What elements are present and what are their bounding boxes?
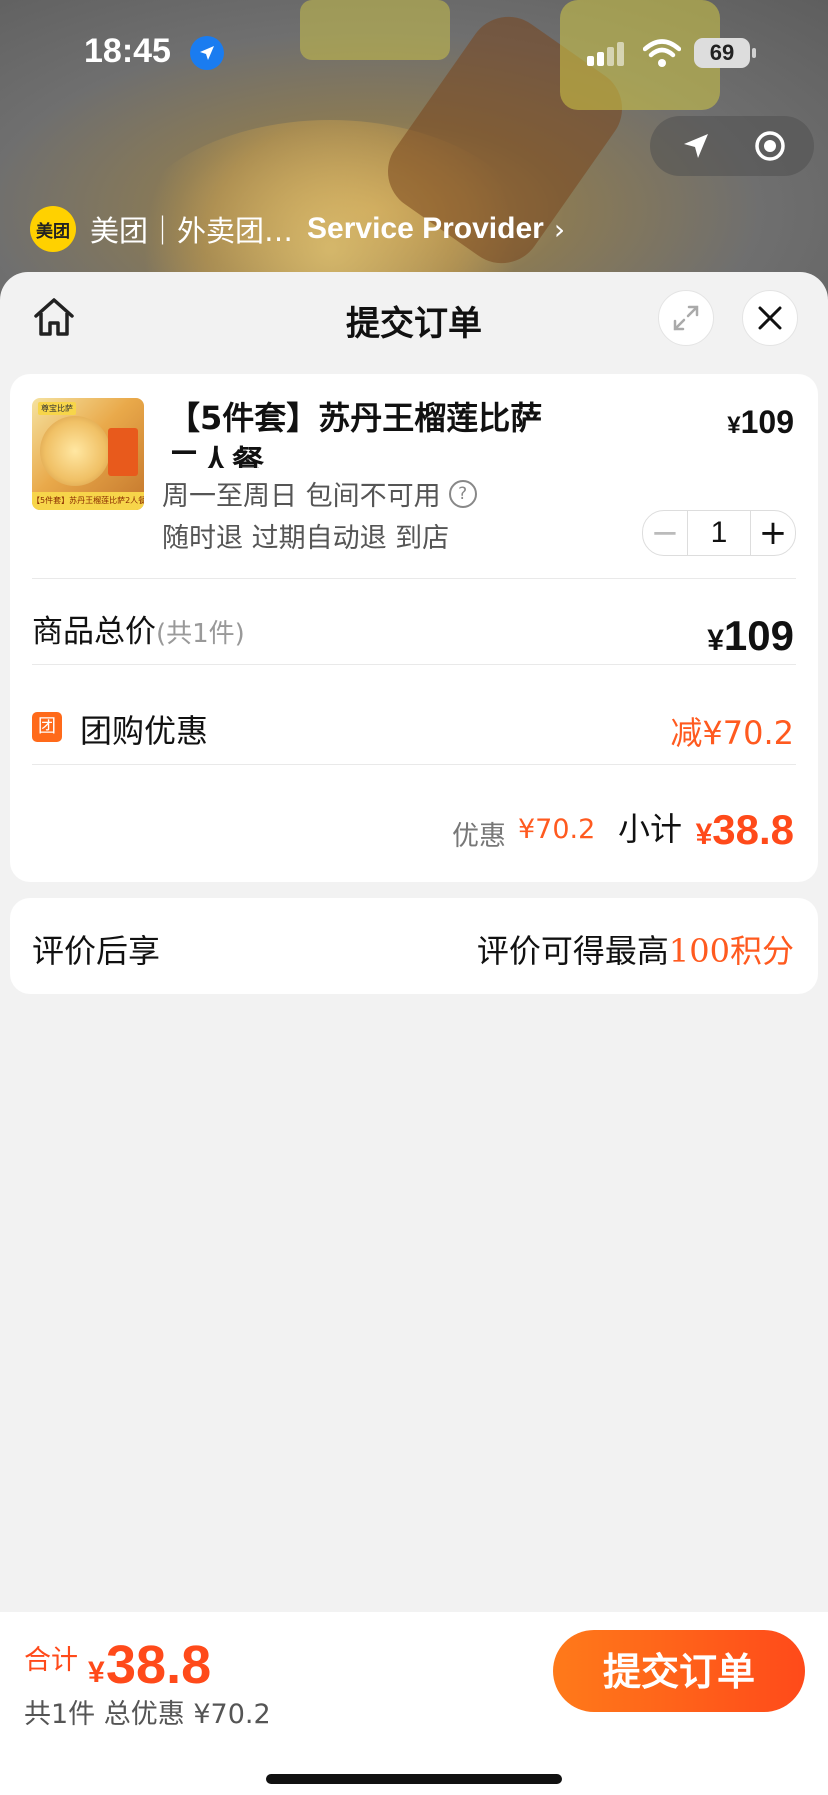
goods-count: (共1件) (156, 619, 245, 649)
decrease-button[interactable]: − (643, 511, 687, 555)
bottom-bar: 合计 ¥ 38.8 共1件 总优惠 ¥70.2 提交订单 (0, 1612, 828, 1795)
divider (32, 764, 796, 765)
thumbnail-banner: 【5件套】苏丹王榴莲比萨2人餐 (32, 492, 144, 510)
service-provider-label: Service Provider (307, 212, 544, 245)
product-thumbnail[interactable]: 尊宝比萨 【5件套】苏丹王榴莲比萨2人餐 (32, 398, 144, 510)
meituan-logo: 美团 (30, 206, 76, 252)
usage-rule: 周一至周日 包间不可用 ? (162, 474, 477, 513)
subtotal-label: 小计 (618, 810, 683, 848)
group-buy-discount-value: 减¥70.2 (670, 714, 794, 752)
thumbnail-tag: 尊宝比萨 (38, 402, 76, 415)
goods-total-value: ¥109 (707, 612, 794, 659)
location-arrow-icon (190, 36, 224, 70)
provider-name: 美团｜外卖团… (90, 214, 294, 248)
order-card: 尊宝比萨 【5件套】苏丹王榴莲比萨2人餐 【5件套】苏丹王榴莲比萨二人餐 ¥10… (10, 374, 818, 882)
product-price: ¥109 (727, 404, 794, 440)
total-value: 38.8 (106, 1635, 212, 1695)
product-name: 【5件套】苏丹王榴莲比萨二人餐 (168, 399, 543, 468)
close-icon[interactable] (742, 290, 798, 346)
home-indicator (266, 1774, 562, 1784)
battery-icon: 69 (694, 38, 750, 68)
divider (32, 578, 796, 579)
navigation-arrow-icon[interactable] (680, 130, 712, 166)
service-provider-row[interactable]: 美团 美团｜外卖团… Service Provider › (30, 206, 565, 252)
miniprogram-capsule (650, 116, 814, 176)
battery-cap (752, 48, 756, 58)
sheet-header: 提交订单 (0, 272, 828, 372)
review-reward-label: 评价后享 (32, 932, 161, 970)
question-icon[interactable]: ? (448, 479, 477, 508)
total-summary: 共1件 总优惠 ¥70.2 (24, 1699, 271, 1730)
increase-button[interactable]: + (751, 511, 795, 555)
order-sheet: 提交订单 尊宝比萨 【5件套】苏丹王榴莲比萨2人餐 【5件套】苏丹王榴莲比萨二人… (0, 272, 828, 1795)
total-label: 合计 (24, 1645, 78, 1676)
divider (32, 664, 796, 665)
chevron-right-icon: › (553, 212, 566, 246)
status-bar: 18:45 69 (0, 32, 828, 82)
wifi-icon (642, 38, 682, 72)
quantity-value[interactable]: 1 (687, 511, 751, 555)
goods-total-label: 商品总价(共1件) (32, 614, 245, 650)
total-currency: ¥ (88, 1656, 105, 1689)
review-reward-card[interactable]: 评价后享 评价可得最高100积分 (10, 898, 818, 994)
refund-rule: 随时退 过期自动退 到店 (162, 523, 450, 554)
record-circle-icon[interactable] (754, 130, 786, 166)
submit-order-button[interactable]: 提交订单 (553, 1630, 805, 1712)
cellular-signal-icon (587, 42, 625, 70)
subtotal-value: ¥38.8 (695, 806, 794, 853)
quantity-stepper: − 1 + (642, 510, 796, 556)
status-time: 18:45 (84, 32, 171, 70)
subtotal-discount-value: ¥70.2 (518, 814, 596, 845)
expand-icon[interactable] (658, 290, 714, 346)
subtotal-discount-label: 优惠 (452, 821, 506, 852)
review-reward-value: 评价可得最高100积分 (476, 932, 794, 970)
group-buy-icon: 团 (32, 712, 62, 742)
group-buy-discount-label: 团购优惠 (80, 712, 209, 750)
